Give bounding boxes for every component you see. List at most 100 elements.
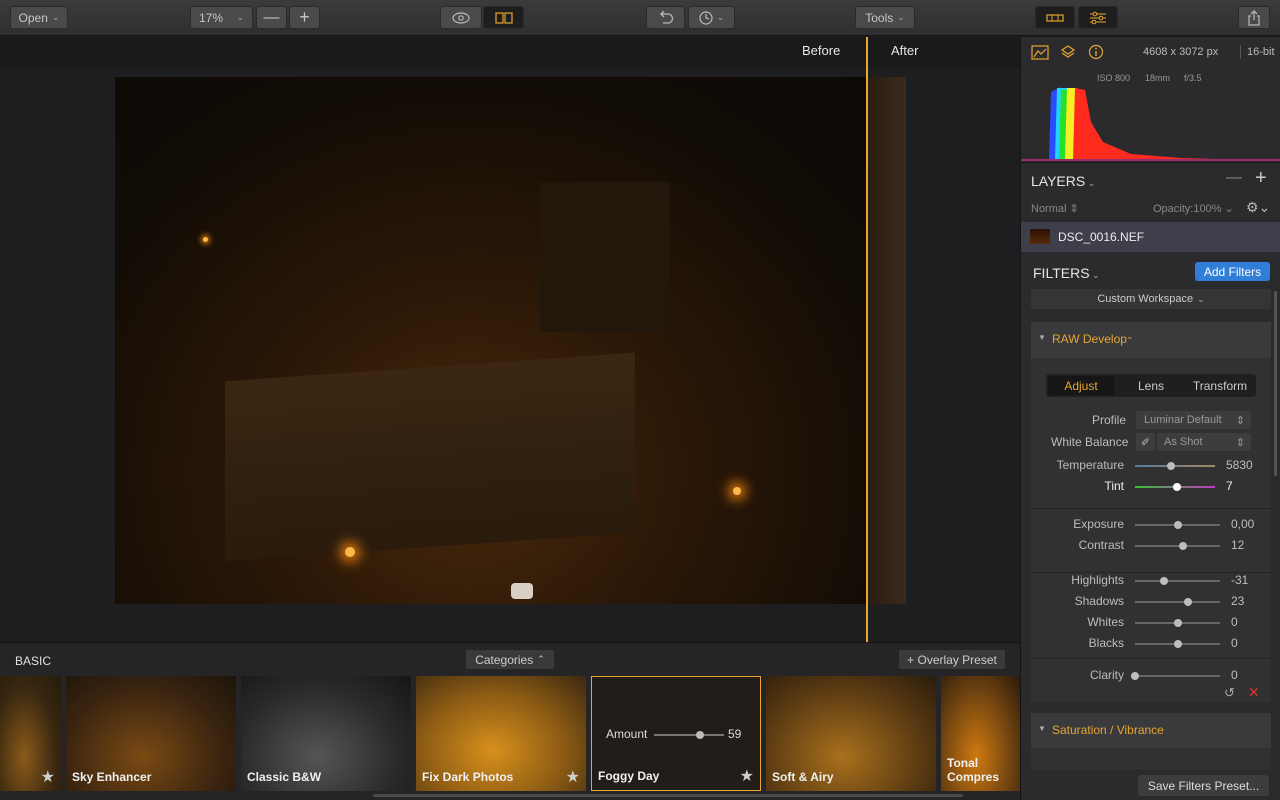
filters-toggle-button[interactable] [1078, 6, 1118, 29]
slider-knob[interactable] [1131, 672, 1139, 680]
white-balance-value: As Shot [1164, 436, 1203, 448]
preset-sky-enhancer[interactable]: Sky Enhancer [66, 676, 236, 791]
slider-value: 23 [1231, 594, 1245, 608]
slider-knob[interactable] [1173, 640, 1182, 648]
preview-button[interactable] [440, 6, 482, 29]
open-button[interactable]: Open ⌄ [10, 6, 68, 29]
add-layer-button[interactable]: + [1255, 167, 1267, 190]
blend-mode-select[interactable]: Normal ⇕ [1031, 202, 1079, 215]
delete-filter-icon[interactable]: ✕ [1248, 684, 1260, 701]
street-light [203, 237, 208, 242]
opacity-label: Opacity: [1153, 203, 1194, 215]
reset-icon[interactable]: ↺ [1224, 685, 1235, 701]
amount-label: Amount [606, 727, 648, 741]
presets-toggle-button[interactable] [1035, 6, 1075, 29]
raw-develop-header[interactable]: ▼ RAW Develop ⌄ [1031, 322, 1271, 358]
saturation-body [1031, 748, 1271, 770]
add-filters-button[interactable]: Add Filters [1195, 262, 1270, 281]
preset-soft-airy[interactable]: Soft & Airy [766, 676, 936, 791]
slider-label: Exposure [1073, 517, 1124, 531]
amount-slider-knob[interactable] [696, 731, 704, 739]
slider-track[interactable] [1135, 577, 1220, 585]
compare-button[interactable] [483, 6, 524, 29]
layers-header[interactable]: LAYERS ⌄ [1031, 173, 1095, 189]
filters-header[interactable]: FILTERS ⌄ [1033, 265, 1100, 281]
info-icon[interactable] [1088, 44, 1104, 60]
undo-button[interactable] [646, 6, 685, 29]
categories-button[interactable]: Categories ⌃ [466, 650, 554, 669]
divider [1031, 658, 1271, 659]
right-panel: 4608 x 3072 px 16-bit ISO 800 18mm f/3.5… [1020, 37, 1280, 800]
opacity-control[interactable]: Opacity:100% ⌄ [1153, 202, 1234, 215]
photo-preview [115, 77, 906, 604]
history-button[interactable]: ⌄ [688, 6, 735, 29]
preset-name: Soft & Airy [772, 770, 834, 784]
star-icon[interactable]: ★ [566, 767, 580, 787]
filters-scrollbar[interactable] [1274, 291, 1277, 476]
after-preview-strip [866, 77, 906, 604]
chevron-down-icon: ⌄ [51, 12, 60, 22]
zoom-select[interactable]: 17% ⌄ [190, 6, 253, 29]
slider-track[interactable] [1135, 542, 1220, 550]
slider-track[interactable] [1131, 672, 1220, 680]
building-shape [225, 352, 635, 562]
preset-fix-dark-photos[interactable]: Fix Dark Photos ★ [416, 676, 586, 791]
tools-label: Tools [865, 10, 894, 25]
slider-knob[interactable] [1173, 521, 1182, 529]
presets-scrollbar[interactable] [373, 794, 963, 797]
workspace-select[interactable]: Custom Workspace ⌄ [1031, 289, 1271, 309]
slider-track[interactable] [1135, 640, 1220, 648]
slider-track[interactable] [1135, 462, 1215, 470]
preset-tonal-compressor[interactable]: Tonal Compres [941, 676, 1020, 791]
filters-title: FILTERS [1033, 265, 1090, 281]
slider-track[interactable] [1135, 598, 1220, 606]
chevron-down-icon: ⌄ [1126, 331, 1134, 341]
car-shape [511, 583, 533, 599]
slider-track[interactable] [1135, 619, 1220, 627]
layer-row[interactable]: DSC_0016.NEF [1021, 222, 1280, 252]
tab-adjust[interactable]: Adjust [1048, 376, 1114, 395]
saturation-vibrance-header[interactable]: ▼ Saturation / Vibrance [1031, 713, 1271, 748]
amount-slider[interactable] [654, 731, 724, 739]
histogram-icon[interactable] [1031, 45, 1049, 60]
slider-knob[interactable] [1178, 542, 1187, 550]
eyedropper-icon[interactable]: ✐ [1136, 433, 1155, 451]
remove-layer-button[interactable]: — [1226, 169, 1242, 187]
tab-transform[interactable]: Transform [1187, 376, 1253, 395]
overlay-preset-button[interactable]: + Overlay Preset [899, 650, 1005, 669]
layers-icon[interactable] [1060, 44, 1076, 60]
preset-name: Fix Dark Photos [422, 770, 514, 784]
slider-value: 0 [1231, 668, 1238, 682]
slider-track[interactable] [1135, 483, 1215, 491]
filmstrip-icon [1046, 13, 1064, 22]
tab-lens[interactable]: Lens [1118, 376, 1184, 395]
chevron-down-icon: ⌄ [716, 12, 725, 22]
star-icon[interactable]: ★ [41, 767, 55, 787]
gear-icon[interactable]: ⚙⌄ [1246, 199, 1270, 216]
slider-label: Whites [1087, 615, 1124, 629]
slider-label: Tint [1104, 479, 1124, 493]
layer-thumbnail [1030, 229, 1050, 244]
zoom-in-button[interactable]: + [289, 6, 320, 29]
slider-label: Temperature [1056, 458, 1124, 472]
preset-classic-bw[interactable]: Classic B&W [241, 676, 411, 791]
image-canvas[interactable]: Before After [0, 37, 1020, 642]
tools-button[interactable]: Tools ⌄ [855, 6, 915, 29]
preset-name: Sky Enhancer [72, 770, 152, 784]
share-button[interactable] [1238, 6, 1270, 29]
save-filters-preset-button[interactable]: Save Filters Preset... [1138, 775, 1269, 796]
chevron-down-icon: ⌄ [1089, 270, 1100, 280]
star-icon[interactable]: ★ [740, 766, 754, 786]
white-balance-select[interactable]: As Shot ⇕ [1157, 433, 1251, 451]
preset-thumbnail[interactable]: ★ [0, 676, 61, 791]
compare-divider[interactable] [866, 37, 868, 642]
slider-knob[interactable] [1159, 577, 1168, 585]
after-label: After [891, 43, 919, 58]
profile-select[interactable]: Luminar Default ⇕ [1136, 411, 1251, 429]
slider-knob[interactable] [1167, 462, 1175, 470]
slider-track[interactable] [1135, 521, 1220, 529]
zoom-out-button[interactable]: — [256, 6, 287, 29]
slider-knob[interactable] [1173, 619, 1182, 627]
preset-foggy-day[interactable]: Amount 59 Foggy Day ★ [591, 676, 761, 791]
slider-knob[interactable] [1183, 598, 1192, 606]
